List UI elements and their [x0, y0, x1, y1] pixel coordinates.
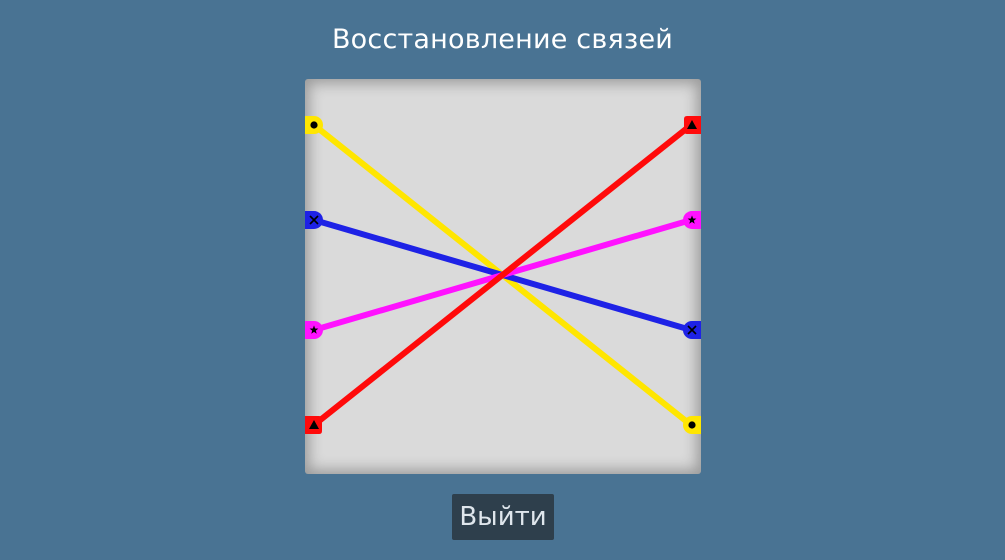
left-node-circle[interactable] — [305, 116, 323, 134]
right-node-cross[interactable] — [683, 321, 701, 339]
right-node-circle[interactable] — [683, 416, 701, 434]
game-screen: Восстановление связей Выйти — [0, 0, 1005, 560]
circle-icon — [688, 421, 696, 429]
page-title: Восстановление связей — [331, 24, 674, 55]
left-node-cross[interactable] — [305, 211, 323, 229]
right-node-triangle[interactable] — [684, 116, 701, 134]
game-board[interactable] — [305, 79, 701, 474]
left-node-triangle[interactable] — [305, 416, 322, 434]
exit-button[interactable]: Выйти — [452, 494, 554, 540]
circle-icon — [310, 121, 318, 129]
connections-canvas[interactable] — [305, 79, 701, 474]
right-node-star[interactable] — [683, 211, 701, 229]
left-node-star[interactable] — [305, 321, 323, 339]
